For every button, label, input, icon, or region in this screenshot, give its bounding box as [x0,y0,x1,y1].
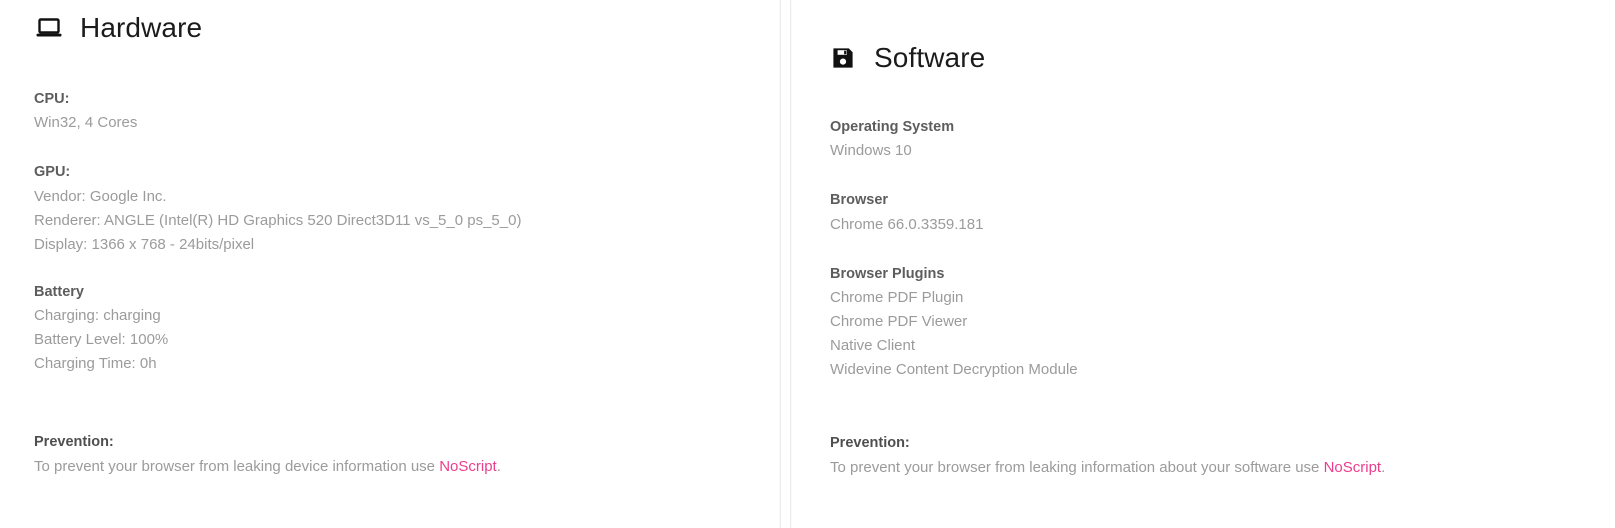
software-block-browser-plugins: Browser Plugins Chrome PDF Plugin Chrome… [830,263,1615,382]
browser-plugin-item: Chrome PDF Viewer [830,310,1615,334]
battery-charging: Charging: charging [34,304,780,328]
battery-charging-time: Charging Time: 0h [34,352,780,376]
software-noscript-link[interactable]: NoScript [1324,459,1382,476]
hardware-prevention-text: To prevent your browser from leaking dev… [34,455,780,479]
gpu-label: GPU: [34,161,780,183]
cpu-label: CPU: [34,88,780,110]
hardware-panel: Hardware CPU: Win32, 4 Cores GPU: Vendor… [0,0,780,528]
hardware-block-gpu: GPU: Vendor: Google Inc. Renderer: ANGLE… [34,161,780,256]
browser-plugin-item: Chrome PDF Plugin [830,286,1615,310]
hardware-prevention: Prevention: To prevent your browser from… [34,431,780,478]
hardware-block-battery: Battery Charging: charging Battery Level… [34,281,780,376]
software-prevention-text: To prevent your browser from leaking inf… [830,456,1615,480]
software-block-browser: Browser Chrome 66.0.3359.181 [830,189,1615,236]
gpu-display: Display: 1366 x 768 - 24bits/pixel [34,233,780,257]
floppy-disk-icon [830,45,856,71]
operating-system-label: Operating System [830,116,1615,138]
browser-plugins-label: Browser Plugins [830,263,1615,285]
operating-system-value: Windows 10 [830,139,1615,163]
gpu-renderer: Renderer: ANGLE (Intel(R) HD Graphics 52… [34,209,780,233]
hardware-block-cpu: CPU: Win32, 4 Cores [34,88,780,135]
battery-label: Battery [34,281,780,303]
browser-plugin-item: Native Client [830,334,1615,358]
software-panel-title: Software [830,44,1615,72]
software-title-text: Software [874,44,985,72]
device-info-panels: Hardware CPU: Win32, 4 Cores GPU: Vendor… [0,0,1615,528]
hardware-prevention-text-before: To prevent your browser from leaking dev… [34,458,439,475]
laptop-icon [34,15,64,41]
software-panel: Software Operating System Windows 10 Bro… [780,0,1615,528]
battery-level: Battery Level: 100% [34,328,780,352]
hardware-panel-title: Hardware [34,14,780,42]
panel-divider [780,0,791,528]
software-prevention: Prevention: To prevent your browser from… [830,432,1615,479]
hardware-noscript-link[interactable]: NoScript [439,458,497,475]
gpu-vendor: Vendor: Google Inc. [34,185,780,209]
cpu-value: Win32, 4 Cores [34,111,780,135]
software-prevention-text-after: . [1381,459,1385,476]
browser-plugin-item: Widevine Content Decryption Module [830,358,1615,382]
browser-value: Chrome 66.0.3359.181 [830,213,1615,237]
software-prevention-text-before: To prevent your browser from leaking inf… [830,459,1324,476]
hardware-prevention-label: Prevention: [34,431,780,453]
hardware-title-text: Hardware [80,14,202,42]
hardware-prevention-text-after: . [497,458,501,475]
software-block-operating-system: Operating System Windows 10 [830,116,1615,163]
software-prevention-label: Prevention: [830,432,1615,454]
browser-label: Browser [830,189,1615,211]
